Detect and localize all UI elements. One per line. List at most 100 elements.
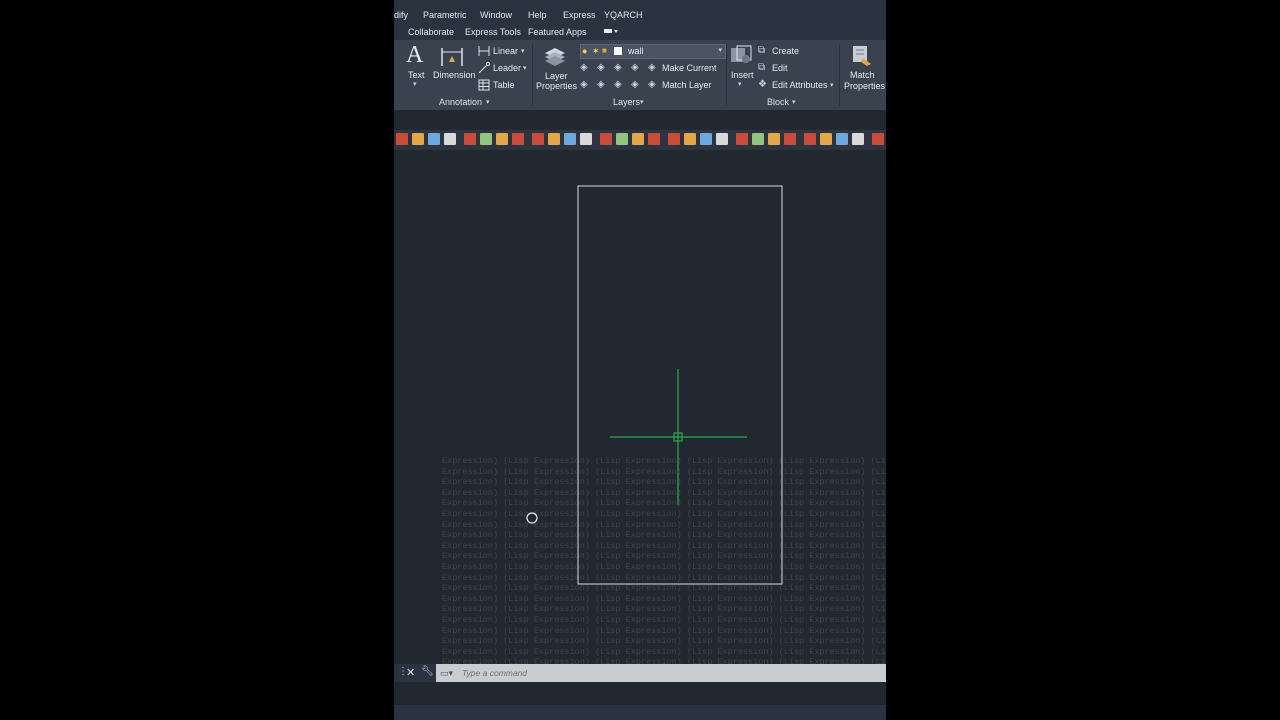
block-expand-icon[interactable]: ▾ [792,98,796,106]
workspace-toggle-icon[interactable] [604,28,618,34]
toolbar-tool-icon[interactable] [428,133,440,145]
layer-dropdown[interactable]: ● ✶ ■ wall ▾ [580,44,726,59]
match-properties-label-2: Properties [844,81,886,91]
toolbar-tool-icon[interactable] [616,133,628,145]
layer-tool-icon-4[interactable]: ◈ [631,62,639,73]
menu-yqarch[interactable]: YQARCH [604,10,643,20]
sun-icon: ✶ [592,46,600,56]
annotation-expand-icon[interactable]: ▾ [486,98,490,106]
toolbar-tool-icon[interactable] [532,133,544,145]
mouse-cursor-icon [526,512,538,524]
leader-icon [478,62,490,74]
toolbar-tool-icon[interactable] [852,133,864,145]
toolbar-tool-icon[interactable] [804,133,816,145]
panel-divider [839,44,840,106]
command-input[interactable]: ▭▾ Type a command [436,664,886,682]
match-properties-label-1: Match [850,70,875,80]
toolbar-tool-icon[interactable] [496,133,508,145]
customize-wrench-icon[interactable]: 🔧︎ [421,666,434,677]
layer-tool-icon-6[interactable]: ◈ [597,79,605,90]
create-block-icon: ⧉ [758,45,766,56]
toolbar-tool-icon[interactable] [736,133,748,145]
lightbulb-icon: ● [582,46,588,56]
toolbar-tool-icon[interactable] [600,133,612,145]
layer-tool-icon-2[interactable]: ◈ [597,62,605,73]
tab-featured-apps[interactable]: Featured Apps [528,27,587,37]
linear-icon [478,46,490,56]
menu-help[interactable]: Help [528,10,547,20]
layer-tool-icon-3[interactable]: ◈ [614,62,622,73]
cad-app-window: dify Parametric Window Help Express YQAR… [394,0,886,720]
leader-button[interactable]: Leader [493,63,521,73]
linear-button[interactable]: Linear [493,46,518,56]
toolbar-tool-icon[interactable] [784,133,796,145]
layer-tool-icon-5[interactable]: ◈ [580,79,588,90]
make-current-icon: ◈ [648,62,656,73]
toolbar-tool-icon[interactable] [512,133,524,145]
match-layer-button[interactable]: Match Layer [662,80,712,90]
toolbar-tool-icon[interactable] [648,133,660,145]
layer-properties-icon[interactable] [542,44,568,68]
menu-window[interactable]: Window [480,10,512,20]
command-history-dropdown-icon[interactable]: ▭▾ [440,664,453,682]
toolbar-tool-icon[interactable] [768,133,780,145]
menu-parametric[interactable]: Parametric [423,10,467,20]
close-icon[interactable]: ✕ [406,666,415,679]
leader-dropdown-icon[interactable]: ▾ [523,64,527,72]
toolbar-tool-icon[interactable] [412,133,424,145]
edit-attributes-icon: ❖ [758,79,767,90]
toolbar-tool-icon[interactable] [836,133,848,145]
toolbar-tool-icon[interactable] [464,133,476,145]
toolbar-tool-icon[interactable] [716,133,728,145]
panel-divider [726,44,727,106]
current-layer-name: wall [628,46,644,56]
edit-block-button[interactable]: Edit [772,63,788,73]
tab-collaborate[interactable]: Collaborate [408,27,454,37]
table-icon [478,79,490,91]
edit-block-icon: ⧉ [758,62,766,73]
linear-dropdown-icon[interactable]: ▾ [521,47,525,55]
toolbar-tool-icon[interactable] [700,133,712,145]
text-tool-icon: A [406,42,424,68]
layer-properties-label-1: Layer [545,71,568,81]
block-panel-title[interactable]: Block [767,97,789,107]
insert-icon[interactable] [729,44,753,66]
insert-dropdown-icon[interactable]: ▾ [738,80,742,88]
toolbar-tool-icon[interactable] [820,133,832,145]
menu-bar: dify Parametric Window Help Express YQAR… [394,0,886,22]
text-dropdown-icon[interactable]: ▾ [413,80,417,88]
edit-attributes-button[interactable]: Edit Attributes [772,80,828,90]
toolbar-tool-icon[interactable] [872,133,884,145]
dimension-icon[interactable] [440,44,464,68]
status-bar [394,705,886,720]
toolbar-tool-icon[interactable] [444,133,456,145]
tab-express-tools[interactable]: Express Tools [465,27,521,37]
drawn-rectangle[interactable] [577,185,783,585]
toolbar-tool-icon[interactable] [480,133,492,145]
toolbar-tool-icon[interactable] [668,133,680,145]
menu-express[interactable]: Express [563,10,596,20]
layer-tool-icon-7[interactable]: ◈ [614,79,622,90]
menu-modify[interactable]: dify [394,10,408,20]
layer-tool-icon-1[interactable]: ◈ [580,62,588,73]
toolbar-tool-icon[interactable] [564,133,576,145]
drawing-layer [526,185,783,585]
toolbar-tool-icon[interactable] [632,133,644,145]
make-current-button[interactable]: Make Current [662,63,717,73]
create-block-button[interactable]: Create [772,46,799,56]
drawing-canvas[interactable]: Expression) (Lisp Expression) (Lisp Expr… [394,150,886,666]
layers-panel-title[interactable]: Layers [613,97,640,107]
toolbar-tool-icon[interactable] [684,133,696,145]
toolbar-tool-icon[interactable] [396,133,408,145]
toolbar-tool-icon[interactable] [580,133,592,145]
table-button[interactable]: Table [493,80,515,90]
match-properties-icon[interactable] [851,44,873,68]
edit-attributes-dropdown-icon[interactable]: ▾ [830,81,834,89]
toolbar-tool-icon[interactable] [548,133,560,145]
panel-divider [532,44,533,106]
annotation-panel-title[interactable]: Annotation [439,97,482,107]
toolbar-tool-icon[interactable] [752,133,764,145]
layers-expand-icon[interactable]: ▾ [640,98,644,106]
ribbon-tab-bar: Collaborate Express Tools Featured Apps [394,22,886,40]
layer-tool-icon-8[interactable]: ◈ [631,79,639,90]
